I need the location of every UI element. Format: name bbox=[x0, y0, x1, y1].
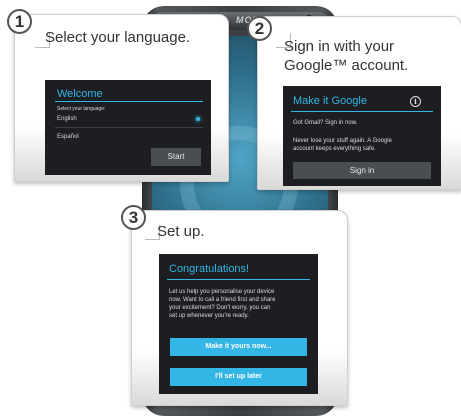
language-option-espanol[interactable]: Español bbox=[57, 133, 79, 141]
welcome-heading: Welcome bbox=[57, 88, 103, 100]
set-up-later-button[interactable]: I'll set up later bbox=[170, 368, 307, 386]
heading-divider bbox=[55, 101, 203, 102]
selected-radio-icon[interactable] bbox=[196, 117, 200, 121]
setup-body-line2: now. Want to call a friend first and sha… bbox=[169, 297, 276, 303]
congratulations-heading: Congratulations! bbox=[169, 263, 250, 275]
gmail-prompt: Got Gmail? Sign in now. bbox=[293, 120, 358, 126]
step2-title-line2: Google™ account. bbox=[284, 57, 409, 74]
step1-screen: Welcome Select your language: English Es… bbox=[45, 80, 211, 175]
language-option-english[interactable]: English bbox=[57, 115, 77, 123]
step2-card: Sign in with your Google™ account. Make … bbox=[257, 16, 461, 190]
make-it-yours-button[interactable]: Make it yours now... bbox=[170, 338, 307, 356]
heading-divider bbox=[167, 279, 310, 280]
setup-body-line3: your excitement? Don't worry, you can bbox=[169, 305, 271, 311]
make-it-google-heading: Make it Google bbox=[293, 95, 367, 107]
step1-card: Select your language. Welcome Select you… bbox=[14, 14, 229, 182]
account-info-line1: Never lose your stuff again. A Google bbox=[293, 138, 392, 144]
sign-in-button[interactable]: Sign in bbox=[293, 162, 431, 179]
step2-screen: Make it Google i Got Gmail? Sign in now.… bbox=[283, 86, 441, 186]
step3-title: Set up. bbox=[157, 223, 205, 240]
heading-divider bbox=[291, 111, 433, 112]
step2-title-line1: Sign in with your bbox=[284, 38, 395, 55]
setup-body-line1: Let us help you personalise your device bbox=[169, 289, 275, 295]
language-prompt: Select your language: bbox=[57, 106, 106, 112]
step1-title: Select your language. bbox=[45, 29, 191, 46]
setup-body-line4: set up whenever you're ready. bbox=[169, 313, 249, 319]
account-info-line2: account keeps everything safe. bbox=[293, 146, 376, 152]
step1-badge: 1 bbox=[7, 9, 32, 34]
step2-badge: 2 bbox=[247, 16, 272, 41]
step3-screen: Congratulations! Let us help you persona… bbox=[159, 254, 318, 394]
start-button[interactable]: Start bbox=[151, 148, 201, 166]
step3-badge: 3 bbox=[121, 205, 146, 230]
info-icon[interactable]: i bbox=[410, 96, 421, 107]
option-divider bbox=[55, 127, 203, 128]
step3-card: Set up. Congratulations! Let us help you… bbox=[131, 210, 348, 406]
